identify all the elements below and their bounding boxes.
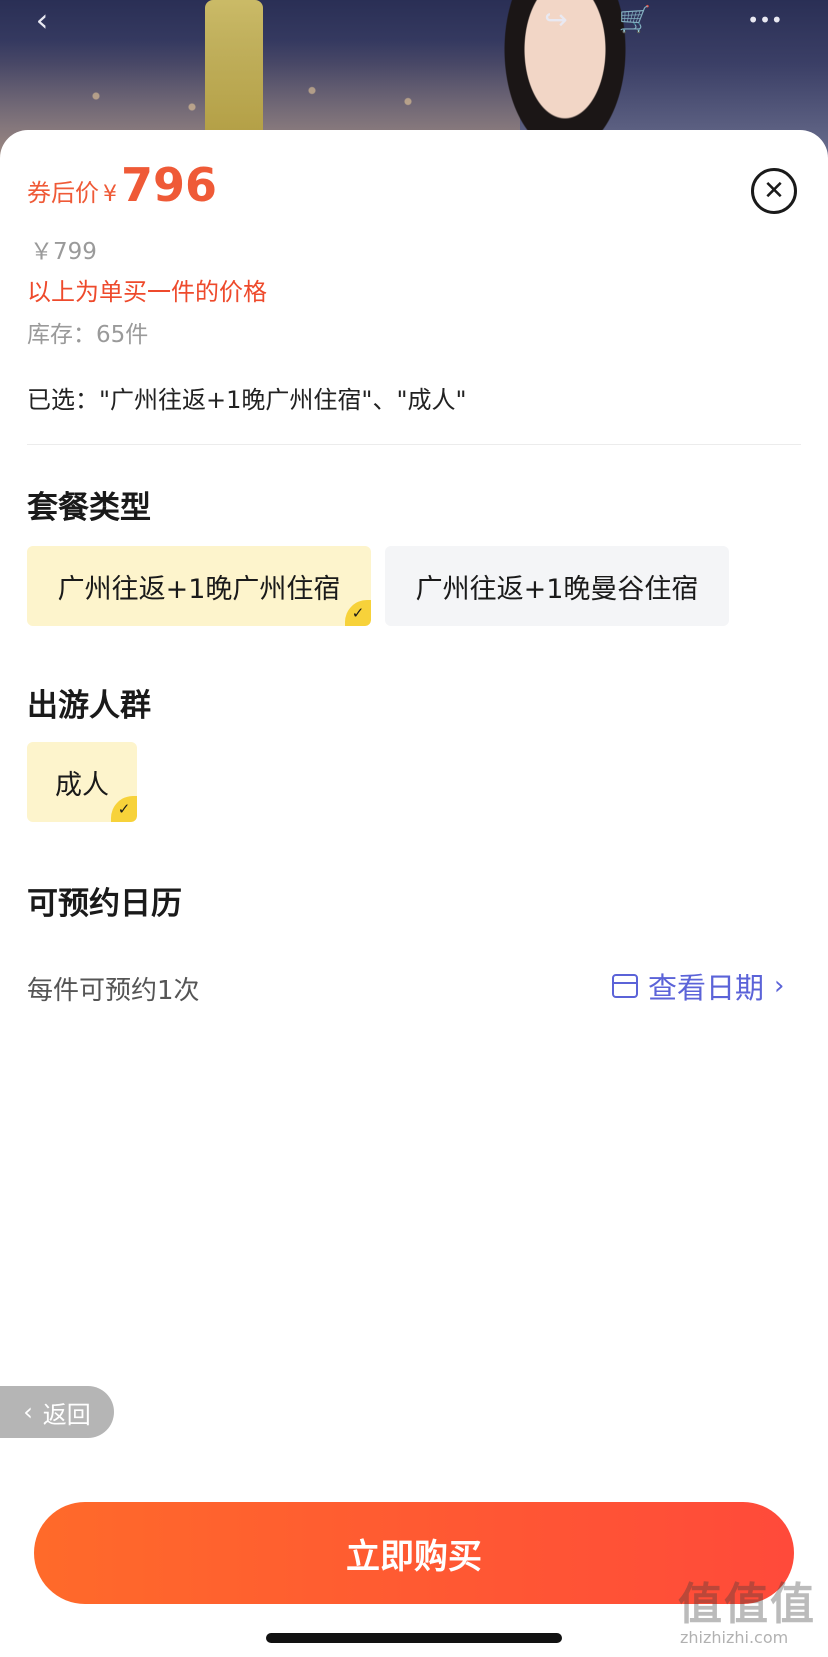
- package-option-bangkok[interactable]: 广州往返+1晚曼谷住宿: [385, 546, 729, 626]
- booking-note: 每件可预约1次: [27, 976, 200, 1006]
- original-price: ￥799: [30, 239, 97, 265]
- package-option-guangzhou[interactable]: 广州往返+1晚广州住宿 ✓: [27, 546, 371, 626]
- back-arrow-icon[interactable]: ‹: [22, 2, 62, 38]
- close-icon[interactable]: ✕: [751, 168, 797, 214]
- watermark-logo: 值值值: [678, 1579, 816, 1630]
- tower: [205, 0, 263, 140]
- watermark-url: zhizhizhi.com: [680, 1628, 789, 1647]
- chevron-right-icon: ›: [774, 971, 785, 1001]
- coupon-price: 券后价 ¥ 796: [27, 158, 217, 218]
- selected-summary: 已选："广州往返+1晚广州住宿"、"成人": [27, 386, 467, 414]
- cart-icon[interactable]: 🛒: [615, 2, 655, 38]
- calendar-icon: [612, 974, 638, 998]
- view-dates-link[interactable]: 查看日期 ›: [612, 965, 784, 1007]
- crowd-option-adult[interactable]: 成人 ✓: [27, 742, 137, 822]
- home-indicator: [266, 1633, 562, 1643]
- calendar-title: 可预约日历: [27, 886, 182, 922]
- crowd-title: 出游人群: [27, 688, 151, 724]
- package-option-label: 广州往返+1晚曼谷住宿: [415, 573, 699, 605]
- currency-symbol: ¥: [103, 182, 117, 207]
- share-icon[interactable]: ↪: [536, 2, 576, 38]
- package-type-title: 套餐类型: [27, 490, 151, 526]
- price-note: 以上为单买一件的价格: [27, 278, 267, 306]
- crowd-option-label: 成人: [55, 769, 109, 801]
- coupon-price-value: 796: [121, 158, 218, 212]
- coupon-price-label: 券后价: [27, 179, 99, 207]
- check-icon: ✓: [345, 600, 371, 626]
- stock-count: 库存：65件: [27, 322, 149, 348]
- return-button[interactable]: ‹ 返回: [0, 1386, 114, 1438]
- return-label: 返回: [42, 1400, 91, 1429]
- package-option-label: 广州往返+1晚广州住宿: [57, 573, 341, 605]
- view-dates-label: 查看日期: [648, 971, 765, 1005]
- divider: [27, 444, 801, 445]
- chevron-left-icon: ‹: [23, 1398, 33, 1426]
- check-icon: ✓: [111, 796, 137, 822]
- more-icon[interactable]: •••: [735, 2, 795, 38]
